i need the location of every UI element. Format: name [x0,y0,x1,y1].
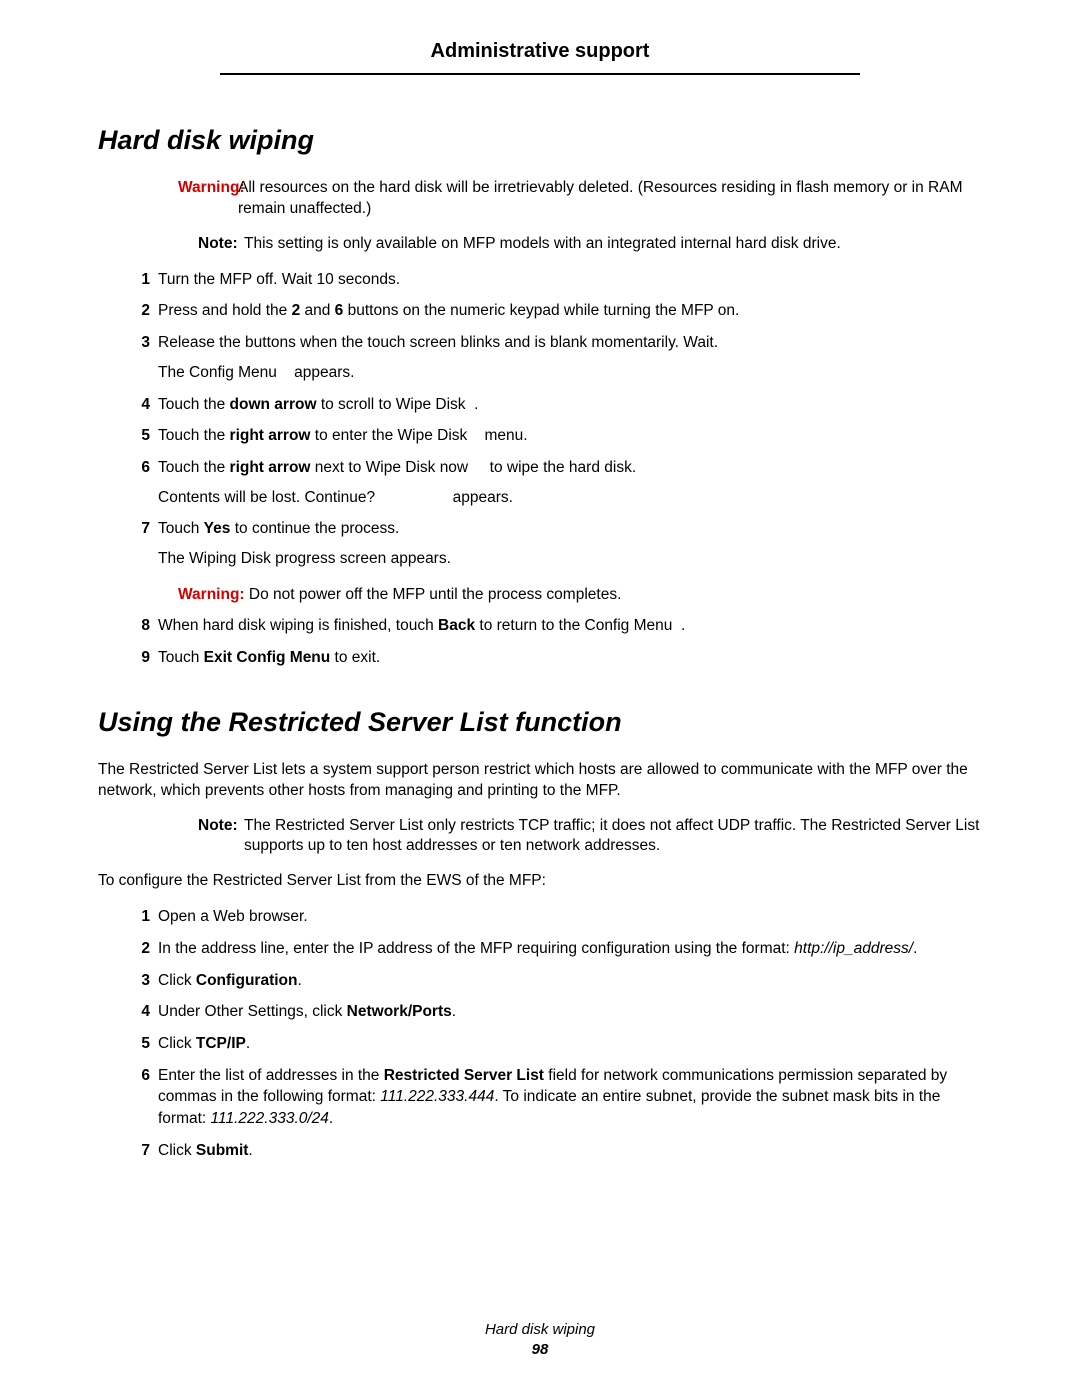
step-number: 4 [128,394,150,416]
step-text: Touch Yes to continue the process. [158,520,399,537]
note-block: Note: This setting is only available on … [198,234,982,255]
step-number: 3 [128,332,150,354]
step-item: 4 Touch the down arrow to scroll to Wipe … [128,394,982,416]
step-text: Touch the right arrow to enter the Wipe … [158,427,528,444]
step-item: 2 Press and hold the 2 and 6 buttons on t… [128,300,982,322]
step-subtext: The Config Menu appears. [158,362,982,384]
step-item: 7 Touch Yes to continue the process. The W… [128,518,982,605]
step-item: 6 Touch the right arrow next to Wipe Disk… [128,457,982,508]
inner-warning: Warning: Do not power off the MFP until … [178,584,982,606]
section-heading-restricted-server-list: Using the Restricted Server List functio… [98,707,982,738]
inner-warning-label: Warning: [178,586,245,603]
step-text: Turn the MFP off. Wait 10 seconds. [158,271,400,288]
step-item: 1 Turn the MFP off. Wait 10 seconds. [128,269,982,291]
step-subtext: The Wiping Disk progress screen appears. [158,548,982,570]
step-number: 2 [128,938,150,960]
step-number: 1 [128,269,150,291]
step-subtext: Contents will be lost. Continue? appears… [158,487,982,509]
lead-paragraph: To configure the Restricted Server List … [98,871,982,892]
warning-label: Warning: [178,178,245,199]
step-text: When hard disk wiping is finished, touch… [158,617,685,634]
step-text: Release the buttons when the touch scree… [158,334,718,351]
page-footer: Hard disk wiping 98 [0,1320,1080,1359]
step-number: 7 [128,1140,150,1162]
step-number: 6 [128,1065,150,1087]
step-text: Click TCP/IP. [158,1035,250,1052]
step-item: 1 Open a Web browser. [128,906,982,928]
note-label-2: Note: [198,816,238,837]
step-number: 7 [128,518,150,540]
steps-list-2: 1 Open a Web browser. 2 In the address line… [128,906,982,1161]
step-text: Click Submit. [158,1142,253,1159]
step-item: 6 Enter the list of addresses in the Rest… [128,1065,982,1130]
step-number: 9 [128,647,150,669]
note-label: Note: [198,234,238,255]
step-item: 3 Release the buttons when the touch scre… [128,332,982,383]
step-number: 5 [128,1033,150,1055]
step-number: 3 [128,970,150,992]
warning-block: Warning: All resources on the hard disk … [178,178,982,220]
footer-page-number: 98 [0,1340,1080,1360]
step-text: Enter the list of addresses in the Restr… [158,1067,947,1127]
section-heading-hard-disk-wiping: Hard disk wiping [98,125,982,156]
step-text: Press and hold the 2 and 6 buttons on th… [158,302,739,319]
step-number: 2 [128,300,150,322]
step-item: 8 When hard disk wiping is finished, touc… [128,615,982,637]
step-item: 7 Click Submit. [128,1140,982,1162]
step-item: 3 Click Configuration. [128,970,982,992]
step-text: Touch Exit Config Menu to exit. [158,649,380,666]
step-number: 4 [128,1001,150,1023]
step-text: Open a Web browser. [158,908,308,925]
inner-warning-text: Do not power off the MFP until the proce… [245,586,622,603]
step-number: 6 [128,457,150,479]
step-text: Click Configuration. [158,972,302,989]
chapter-title: Administrative support [220,40,860,75]
step-text: Touch the right arrow next to Wipe Disk … [158,459,636,476]
step-item: 5 Touch the right arrow to enter the Wipe… [128,425,982,447]
step-item: 5 Click TCP/IP. [128,1033,982,1055]
step-text: In the address line, enter the IP addres… [158,940,917,957]
step-text: Under Other Settings, click Network/Port… [158,1003,456,1020]
step-number: 1 [128,906,150,928]
step-number: 8 [128,615,150,637]
step-item: 4 Under Other Settings, click Network/Por… [128,1001,982,1023]
note-text: This setting is only available on MFP mo… [244,234,982,255]
step-text: Touch the down arrow to scroll to Wipe D… [158,396,478,413]
step-item: 9 Touch Exit Config Menu to exit. [128,647,982,669]
step-number: 5 [128,425,150,447]
warning-text: All resources on the hard disk will be i… [238,178,982,220]
note-block-2: Note: The Restricted Server List only re… [198,816,982,858]
step-item: 2 In the address line, enter the IP addre… [128,938,982,960]
intro-paragraph: The Restricted Server List lets a system… [98,760,982,802]
steps-list-1: 1 Turn the MFP off. Wait 10 seconds. 2 Pres… [128,269,982,669]
footer-section-title: Hard disk wiping [0,1320,1080,1340]
note-text-2: The Restricted Server List only restrict… [244,816,982,858]
